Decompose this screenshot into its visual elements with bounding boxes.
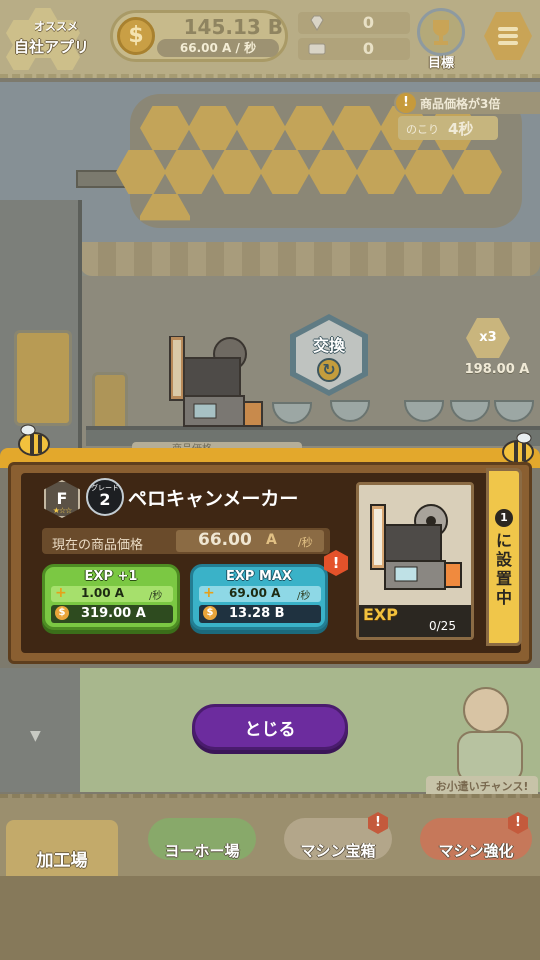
honeycomb-storage (116, 94, 522, 228)
ad-label-top: オススメ (34, 20, 78, 33)
upgrade-rate-unit: /秒 (297, 591, 311, 602)
placement-tab[interactable]: 1 に設置中 (486, 468, 522, 646)
upgrade-title: EXP +1 (84, 569, 138, 584)
placement-text: に設置中 (495, 531, 512, 607)
exchange-label: 交換 (312, 336, 345, 355)
scroll-down-icon[interactable]: ▼ (30, 728, 41, 744)
bee-icon (18, 424, 50, 456)
candy-machine[interactable] (160, 336, 264, 440)
honey-jar-small (92, 372, 128, 432)
ticket-count: 0 (362, 39, 374, 58)
current-price-row: 現在の商品価格 66.00 A /秒 (42, 528, 330, 554)
gem-count: 0 (362, 13, 374, 32)
bee-icon (502, 432, 534, 464)
close-label: とじる (244, 720, 296, 740)
tab-machine-box-label: マシン宝箱 (300, 842, 376, 860)
plus-icon: + (55, 585, 67, 601)
grade-value: 2 (99, 490, 111, 509)
exp-progress-bar: EXP 0/25 (359, 605, 471, 637)
ad-label-bottom: 自社アプリ (14, 38, 90, 56)
coin-icon: $ (117, 17, 155, 55)
ticket-counter: 0 (298, 38, 410, 60)
top-hud: オススメ 自社アプリ $ 145.13 B 66.00 A / 秒 0 0 目標 (0, 0, 540, 78)
alert-icon: ! (396, 93, 416, 113)
upgrade-cost: 13.28 B (229, 606, 285, 621)
tab-machine-box[interactable]: ! マシン宝箱 (284, 812, 392, 860)
bonus-text: 商品価格が3倍 (420, 97, 501, 111)
upgrade-cost: 319.00 A (81, 606, 146, 621)
upgrade-rate-unit: /秒 (149, 591, 163, 602)
money-display: $ 145.13 B 66.00 A / 秒 (110, 10, 288, 62)
goal-button[interactable]: 目標 (414, 8, 468, 71)
honey-jar (14, 330, 72, 426)
upgrade-rate: 1.00 A (81, 586, 125, 600)
factory-scene: ! 商品価格が3倍 のこり 4秒 交換 ↻ x3 198.00 A 商品価格 (0, 82, 540, 462)
ticket-icon (308, 43, 326, 55)
close-button[interactable]: とじる (192, 704, 348, 750)
tab-machine-boost[interactable]: ! マシン強化 (420, 812, 532, 860)
machine-card: EXP 0/25 (356, 482, 474, 640)
price-value: 66.00 (198, 530, 252, 550)
goal-label: 目標 (427, 56, 454, 71)
plus-icon: + (203, 585, 215, 601)
coin-icon: $ (203, 606, 217, 620)
menu-button[interactable] (484, 12, 532, 60)
timer-label: のこり (406, 123, 439, 136)
price-label: 現在の商品価格 (52, 538, 144, 553)
tab-machine-boost-label: マシン強化 (438, 842, 514, 860)
placement-number: 1 (495, 509, 513, 527)
exp-progress: 0/25 (429, 619, 456, 633)
tab-factory[interactable]: 加工場 (6, 820, 118, 876)
gem-counter: 0 (298, 12, 410, 34)
coin-icon: $ (55, 606, 69, 620)
exp-label: EXP (363, 605, 398, 624)
grade-badge: グレード 2 (86, 478, 124, 516)
bonus-timer: のこり 4秒 (398, 116, 498, 140)
tab-yoho[interactable]: ヨーホー場 (148, 818, 256, 860)
tab-factory-label: 加工場 (36, 851, 88, 871)
money-rate: 66.00 A / 秒 (157, 39, 279, 57)
tab-yoho-label: ヨーホー場 (164, 842, 240, 860)
trophy-icon (417, 8, 465, 56)
price-per: /秒 (298, 536, 313, 549)
diamond-icon (310, 15, 324, 31)
shop-awning (80, 242, 540, 276)
bonus-banner: ! 商品価格が3倍 (394, 92, 540, 114)
price-unit: A (266, 532, 277, 548)
timer-value: 4秒 (448, 120, 474, 138)
rank-stars: ★☆☆ (52, 506, 73, 515)
exp-plus-one-button[interactable]: EXP +1 + 1.00 A /秒 $ 319.00 A (42, 564, 180, 630)
multiplier-value: 198.00 A (464, 362, 530, 377)
hamburger-icon (498, 27, 518, 31)
upgrade-title: EXP MAX (226, 569, 292, 584)
exp-max-button[interactable]: EXP MAX + 69.00 A /秒 $ 13.28 B (190, 564, 328, 630)
recommended-apps-button[interactable]: オススメ 自社アプリ (6, 8, 104, 70)
machine-name: ペロキャンメーカー (128, 488, 299, 510)
candy-machine-image (370, 504, 462, 590)
upgrade-rate: 69.00 A (229, 586, 281, 600)
money-value: 145.13 B (183, 15, 283, 39)
refresh-icon: ↻ (317, 358, 341, 382)
